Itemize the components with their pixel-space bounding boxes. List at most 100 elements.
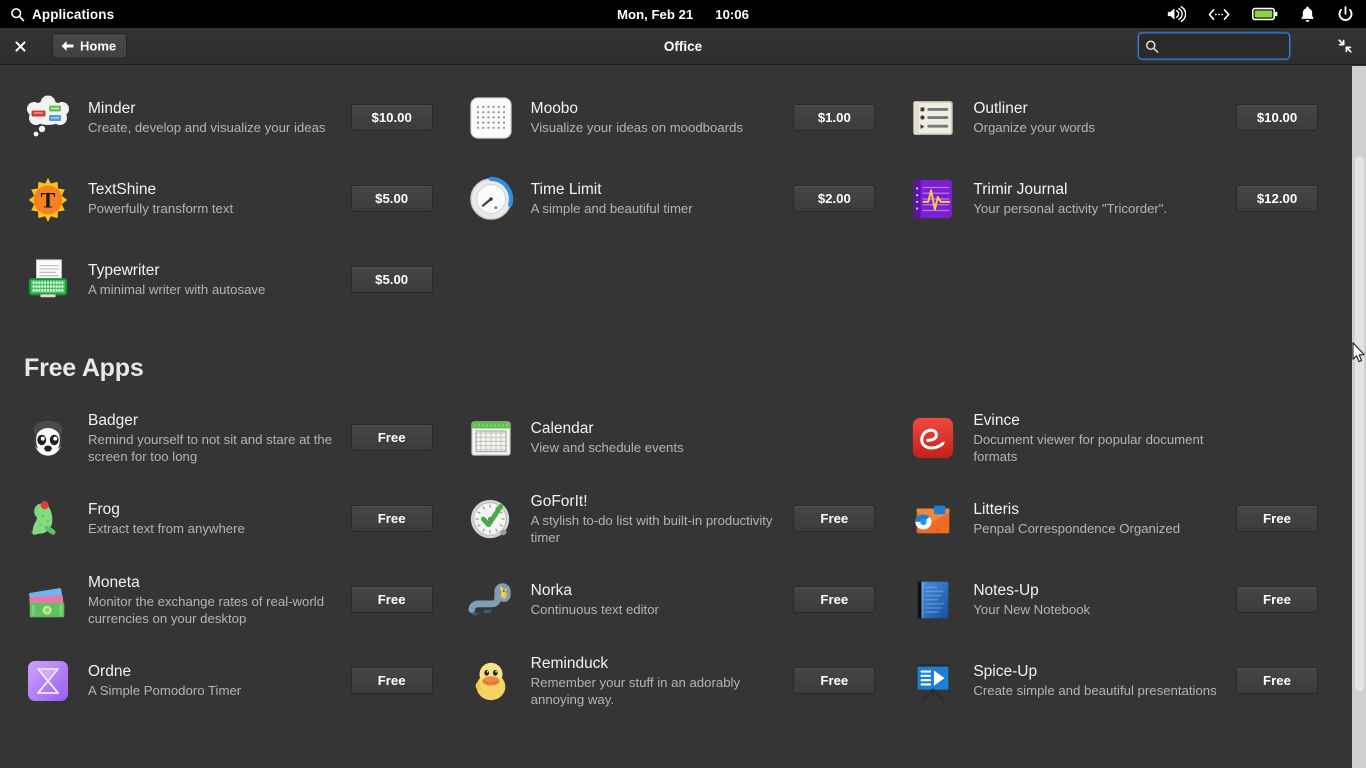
- timelimit-icon: [467, 175, 515, 223]
- applications-menu-button[interactable]: Applications: [0, 7, 114, 22]
- applications-label: Applications: [32, 6, 115, 22]
- unmaximize-icon[interactable]: [1336, 37, 1354, 55]
- app-card[interactable]: T TextShine Powerfully transform text $5.0…: [24, 158, 441, 239]
- app-description: Organize your words: [973, 120, 1095, 135]
- app-card[interactable]: Typewriter A minimal writer with autosave…: [24, 239, 441, 320]
- app-name: Evince: [973, 411, 1020, 429]
- price-button[interactable]: Free: [793, 586, 876, 613]
- sound-icon[interactable]: [1166, 6, 1186, 22]
- search-icon: [10, 7, 25, 22]
- app-description: Extract text from anywhere: [88, 521, 245, 536]
- price-button[interactable]: Free: [1235, 667, 1318, 694]
- price-button[interactable]: Free: [350, 586, 433, 613]
- app-text: Time Limit A simple and beautiful timer: [531, 180, 780, 217]
- trimir-icon: [909, 175, 957, 223]
- app-description: A stylish to-do list with built-in produ…: [530, 512, 773, 545]
- app-description: Monitor the exchange rates of real-world…: [88, 593, 325, 626]
- svg-text:T: T: [41, 187, 56, 212]
- app-card[interactable]: GoForIt! A stylish to-do list with built-…: [467, 478, 884, 559]
- app-name: Badger: [88, 411, 138, 429]
- price-button[interactable]: Free: [1235, 586, 1318, 613]
- app-text: Badger Remind yourself to not sit and sta…: [88, 411, 337, 465]
- panel-indicators: [1166, 0, 1354, 28]
- search-input[interactable]: [1159, 33, 1341, 59]
- app-card[interactable]: TaskwarriorGet things done$5.00: [24, 65, 441, 77]
- section-title-free-apps: Free Apps: [24, 354, 144, 382]
- app-description: Your personal activity "Tricorder".: [973, 201, 1168, 216]
- price-button[interactable]: $5.00: [350, 185, 433, 212]
- app-name: Litteris: [973, 501, 1019, 518]
- app-name: Reminduck: [530, 654, 609, 672]
- app-name: Calendar: [530, 420, 594, 437]
- price-button[interactable]: Free: [793, 667, 876, 694]
- app-card[interactable]: Outliner Organize your words $10.00: [909, 77, 1326, 158]
- textshine-icon: T: [24, 175, 72, 223]
- price-button[interactable]: Free: [350, 424, 433, 451]
- app-card[interactable]: Evince Document viewer for popular docume…: [909, 397, 1326, 478]
- app-text: Notes-Up Your New Notebook: [973, 581, 1222, 618]
- scrollbar-thumb[interactable]: [1355, 156, 1364, 691]
- app-card[interactable]: Trimir Journal Your personal activity "Tr…: [909, 158, 1326, 239]
- search-box[interactable]: [1138, 32, 1341, 60]
- app-card[interactable]: Norka Continuous text editor Free: [467, 559, 884, 640]
- vertical-scrollbar[interactable]: [1352, 66, 1366, 768]
- app-name: Typewriter: [88, 262, 160, 279]
- app-name: Spice-Up: [973, 663, 1038, 680]
- app-card[interactable]: Litteris Penpal Correspondence Organized F…: [909, 478, 1326, 559]
- price-button[interactable]: $1.00: [793, 104, 876, 131]
- panel-date[interactable]: Mon, Feb 21: [617, 7, 693, 22]
- battery-icon[interactable]: [1252, 7, 1278, 21]
- app-text: GoForIt! A stylish to-do list with built-…: [531, 492, 780, 546]
- price-button[interactable]: Free: [1235, 505, 1318, 532]
- network-icon[interactable]: [1208, 8, 1230, 21]
- minder-icon: [24, 94, 72, 142]
- app-card[interactable]: CoinstoView and Watch Crypto Currency Wi…: [467, 65, 884, 77]
- price-button[interactable]: Free: [793, 505, 876, 532]
- notesup-icon: [909, 576, 957, 624]
- app-sections: TaskwarriorGet things done$5.00 CoinstoV…: [0, 65, 1350, 721]
- app-card[interactable]: Metadata CleanerView file metadata infor…: [909, 65, 1326, 77]
- app-name: Frog: [88, 501, 120, 518]
- spiceup-icon: [909, 657, 957, 705]
- app-card[interactable]: Minder Create, develop and visualize your…: [24, 77, 441, 158]
- app-card[interactable]: Calendar View and schedule events: [467, 397, 884, 478]
- app-text: Moneta Monitor the exchange rates of real…: [88, 573, 337, 627]
- app-card[interactable]: Spice-Up Create simple and beautiful pres…: [909, 640, 1326, 721]
- app-description: Create, develop and visualize your ideas: [88, 120, 326, 135]
- app-name: Norka: [530, 582, 573, 599]
- power-icon[interactable]: [1337, 5, 1354, 23]
- app-text: Reminduck Remember your stuff in an adora…: [531, 654, 780, 708]
- app-text: Frog Extract text from anywhere: [88, 500, 337, 537]
- app-text: TextShine Powerfully transform text: [88, 180, 337, 217]
- app-card[interactable]: Ordne A Simple Pomodoro Timer Free: [24, 640, 441, 721]
- price-button[interactable]: $10.00: [350, 104, 433, 131]
- price-button[interactable]: $5.00: [350, 266, 433, 293]
- app-card[interactable]: Notes-Up Your New Notebook Free: [909, 559, 1326, 640]
- app-card[interactable]: Moobo Visualize your ideas on moodboards $…: [467, 77, 884, 158]
- app-text: Spice-Up Create simple and beautiful pres…: [973, 662, 1222, 699]
- panel-time[interactable]: 10:06: [715, 7, 749, 22]
- app-card[interactable]: Frog Extract text from anywhere Free: [24, 478, 441, 559]
- app-card[interactable]: Reminduck Remember your stuff in an adora…: [467, 640, 884, 721]
- notification-bell-icon[interactable]: [1300, 6, 1315, 23]
- app-text: Outliner Organize your words: [973, 99, 1222, 136]
- price-button[interactable]: $12.00: [1235, 185, 1318, 212]
- app-description: A simple and beautiful timer: [530, 201, 693, 216]
- app-list-scroll-area[interactable]: TaskwarriorGet things done$5.00 CoinstoV…: [0, 65, 1366, 768]
- search-field-wrapper[interactable]: [1138, 32, 1341, 60]
- app-card[interactable]: Moneta Monitor the exchange rates of real…: [24, 559, 441, 640]
- price-button[interactable]: $10.00: [1235, 104, 1318, 131]
- goforit-icon: [467, 495, 515, 543]
- price-button[interactable]: $2.00: [793, 185, 876, 212]
- app-description: Document viewer for popular document for…: [973, 431, 1204, 464]
- app-card[interactable]: Time Limit A simple and beautiful timer $2…: [467, 158, 884, 239]
- price-button[interactable]: Free: [350, 667, 433, 694]
- app-text: Minder Create, develop and visualize your…: [88, 99, 337, 136]
- app-card[interactable]: Badger Remind yourself to not sit and sta…: [24, 397, 441, 478]
- price-button[interactable]: Free: [350, 505, 433, 532]
- app-text: Litteris Penpal Correspondence Organized: [973, 500, 1222, 537]
- ordne-icon: [24, 657, 72, 705]
- moneta-icon: [24, 576, 72, 624]
- outliner-icon: [909, 94, 957, 142]
- moobo-icon: [467, 94, 515, 142]
